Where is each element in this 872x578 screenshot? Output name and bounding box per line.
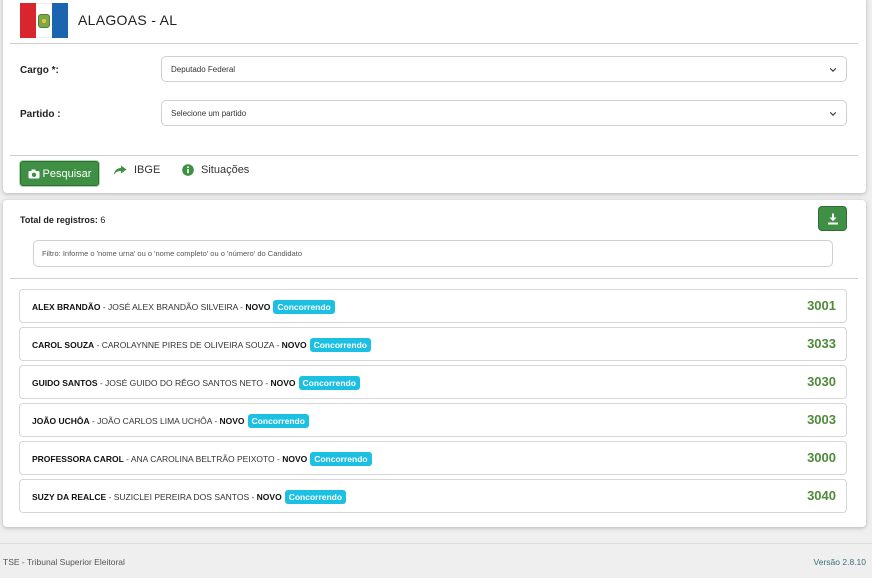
situacoes-label: Situações bbox=[201, 164, 250, 176]
candidate-number: 3030 bbox=[807, 374, 836, 389]
info-circle-icon bbox=[182, 164, 194, 176]
candidate-row[interactable]: GUIDO SANTOS - JOSÉ GUIDO DO RÊGO SANTOS… bbox=[19, 365, 847, 399]
candidate-full-name: - ANA CAROLINA BELTRÃO PEIXOTO - bbox=[123, 454, 283, 464]
candidate-urn-name: CAROL SOUZA bbox=[32, 340, 95, 350]
status-badge: Concorrendo bbox=[247, 414, 309, 428]
candidate-urn-name: SUZY DA REALCE bbox=[32, 492, 107, 502]
status-badge: Concorrendo bbox=[273, 300, 335, 314]
candidate-party: NOVO bbox=[270, 378, 296, 388]
partido-select[interactable]: Selecione um partido bbox=[161, 100, 847, 126]
download-button[interactable] bbox=[818, 206, 847, 231]
cargo-select[interactable]: Deputado Federal bbox=[161, 56, 847, 82]
candidate-party: NOVO bbox=[219, 416, 245, 426]
footer-version: Versão 2.8.10 bbox=[813, 557, 866, 567]
candidate-full-name: - JOÃO CARLOS LIMA UCHÔA - bbox=[89, 416, 220, 426]
total-records-label: Total de registros: bbox=[20, 215, 98, 225]
candidate-description: PROFESSORA CAROL - ANA CAROLINA BELTRÃO … bbox=[32, 452, 372, 466]
cargo-select-value: Deputado Federal bbox=[171, 65, 236, 74]
candidate-urn-name: JOÃO UCHÔA bbox=[32, 416, 90, 426]
filter-placeholder: Filtro: Informe o 'nome urna' ou o 'nome… bbox=[42, 249, 302, 258]
candidate-description: JOÃO UCHÔA - JOÃO CARLOS LIMA UCHÔA - NO… bbox=[32, 414, 309, 428]
alagoas-flag bbox=[20, 3, 68, 38]
chevron-down-icon bbox=[829, 68, 837, 72]
candidate-party: NOVO bbox=[281, 340, 307, 350]
candidate-description: GUIDO SANTOS - JOSÉ GUIDO DO RÊGO SANTOS… bbox=[32, 376, 360, 390]
total-records-value: 6 bbox=[100, 215, 106, 225]
candidate-row[interactable]: SUZY DA REALCE - SUZICLEI PEREIRA DOS SA… bbox=[19, 479, 847, 513]
candidate-row[interactable]: ALEX BRANDÃO - JOSÉ ALEX BRANDÃO SILVEIR… bbox=[19, 289, 847, 323]
situacoes-link[interactable]: Situações bbox=[182, 164, 249, 176]
candidate-row[interactable]: PROFESSORA CAROL - ANA CAROLINA BELTRÃO … bbox=[19, 441, 847, 475]
candidate-urn-name: GUIDO SANTOS bbox=[32, 378, 98, 388]
candidate-row[interactable]: CAROL SOUZA - CAROLAYNNE PIRES DE OLIVEI… bbox=[19, 327, 847, 361]
candidate-number: 3000 bbox=[807, 450, 836, 465]
state-title: ALAGOAS - AL bbox=[78, 12, 178, 28]
partido-select-value: Selecione um partido bbox=[171, 109, 247, 118]
candidate-party: NOVO bbox=[282, 454, 308, 464]
divider bbox=[10, 43, 858, 44]
ibge-link[interactable]: IBGE bbox=[113, 164, 160, 176]
search-button[interactable]: Pesquisar bbox=[20, 161, 99, 186]
candidate-party: NOVO bbox=[256, 492, 282, 502]
candidate-description: ALEX BRANDÃO - JOSÉ ALEX BRANDÃO SILVEIR… bbox=[32, 300, 335, 314]
candidate-full-name: - SUZICLEI PEREIRA DOS SANTOS - bbox=[106, 492, 257, 502]
candidate-full-name: - JOSÉ ALEX BRANDÃO SILVEIRA - bbox=[100, 302, 246, 312]
candidate-party: NOVO bbox=[245, 302, 271, 312]
candidate-number: 3040 bbox=[807, 488, 836, 503]
total-records: Total de registros: 6 bbox=[20, 215, 105, 225]
status-badge: Concorrendo bbox=[298, 376, 360, 390]
candidate-urn-name: ALEX BRANDÃO bbox=[32, 302, 101, 312]
candidate-description: CAROL SOUZA - CAROLAYNNE PIRES DE OLIVEI… bbox=[32, 338, 371, 352]
candidate-full-name: - JOSÉ GUIDO DO RÊGO SANTOS NETO - bbox=[97, 378, 271, 388]
divider bbox=[10, 278, 858, 279]
candidate-description: SUZY DA REALCE - SUZICLEI PEREIRA DOS SA… bbox=[32, 490, 347, 504]
cargo-label: Cargo *: bbox=[20, 65, 59, 76]
status-badge: Concorrendo bbox=[284, 490, 347, 504]
camera-icon bbox=[28, 169, 40, 178]
candidate-row[interactable]: JOÃO UCHÔA - JOÃO CARLOS LIMA UCHÔA - NO… bbox=[19, 403, 847, 437]
divider bbox=[10, 155, 858, 156]
candidate-number: 3001 bbox=[807, 298, 836, 313]
results-card: Total de registros: 6 Filtro: Informe o … bbox=[3, 200, 866, 527]
footer-divider bbox=[0, 543, 872, 544]
candidate-full-name: - CAROLAYNNE PIRES DE OLIVEIRA SOUZA - bbox=[94, 340, 282, 350]
share-arrow-icon bbox=[113, 165, 127, 175]
candidate-number: 3033 bbox=[807, 336, 836, 351]
candidate-number: 3003 bbox=[807, 412, 836, 427]
coat-of-arms-icon bbox=[38, 14, 50, 28]
footer-copyright: TSE - Tribunal Superior Eleitoral bbox=[3, 557, 125, 567]
chevron-down-icon bbox=[829, 112, 837, 116]
search-card: ALAGOAS - AL Cargo *: Deputado Federal P… bbox=[3, 0, 866, 193]
candidate-urn-name: PROFESSORA CAROL bbox=[32, 454, 124, 464]
status-badge: Concorrendo bbox=[310, 452, 372, 466]
ibge-label: IBGE bbox=[134, 164, 161, 176]
search-button-label: Pesquisar bbox=[42, 167, 92, 180]
status-badge: Concorrendo bbox=[309, 338, 371, 352]
candidate-filter-input[interactable]: Filtro: Informe o 'nome urna' ou o 'nome… bbox=[33, 240, 833, 267]
partido-label: Partido : bbox=[20, 109, 61, 120]
download-icon bbox=[827, 213, 838, 224]
